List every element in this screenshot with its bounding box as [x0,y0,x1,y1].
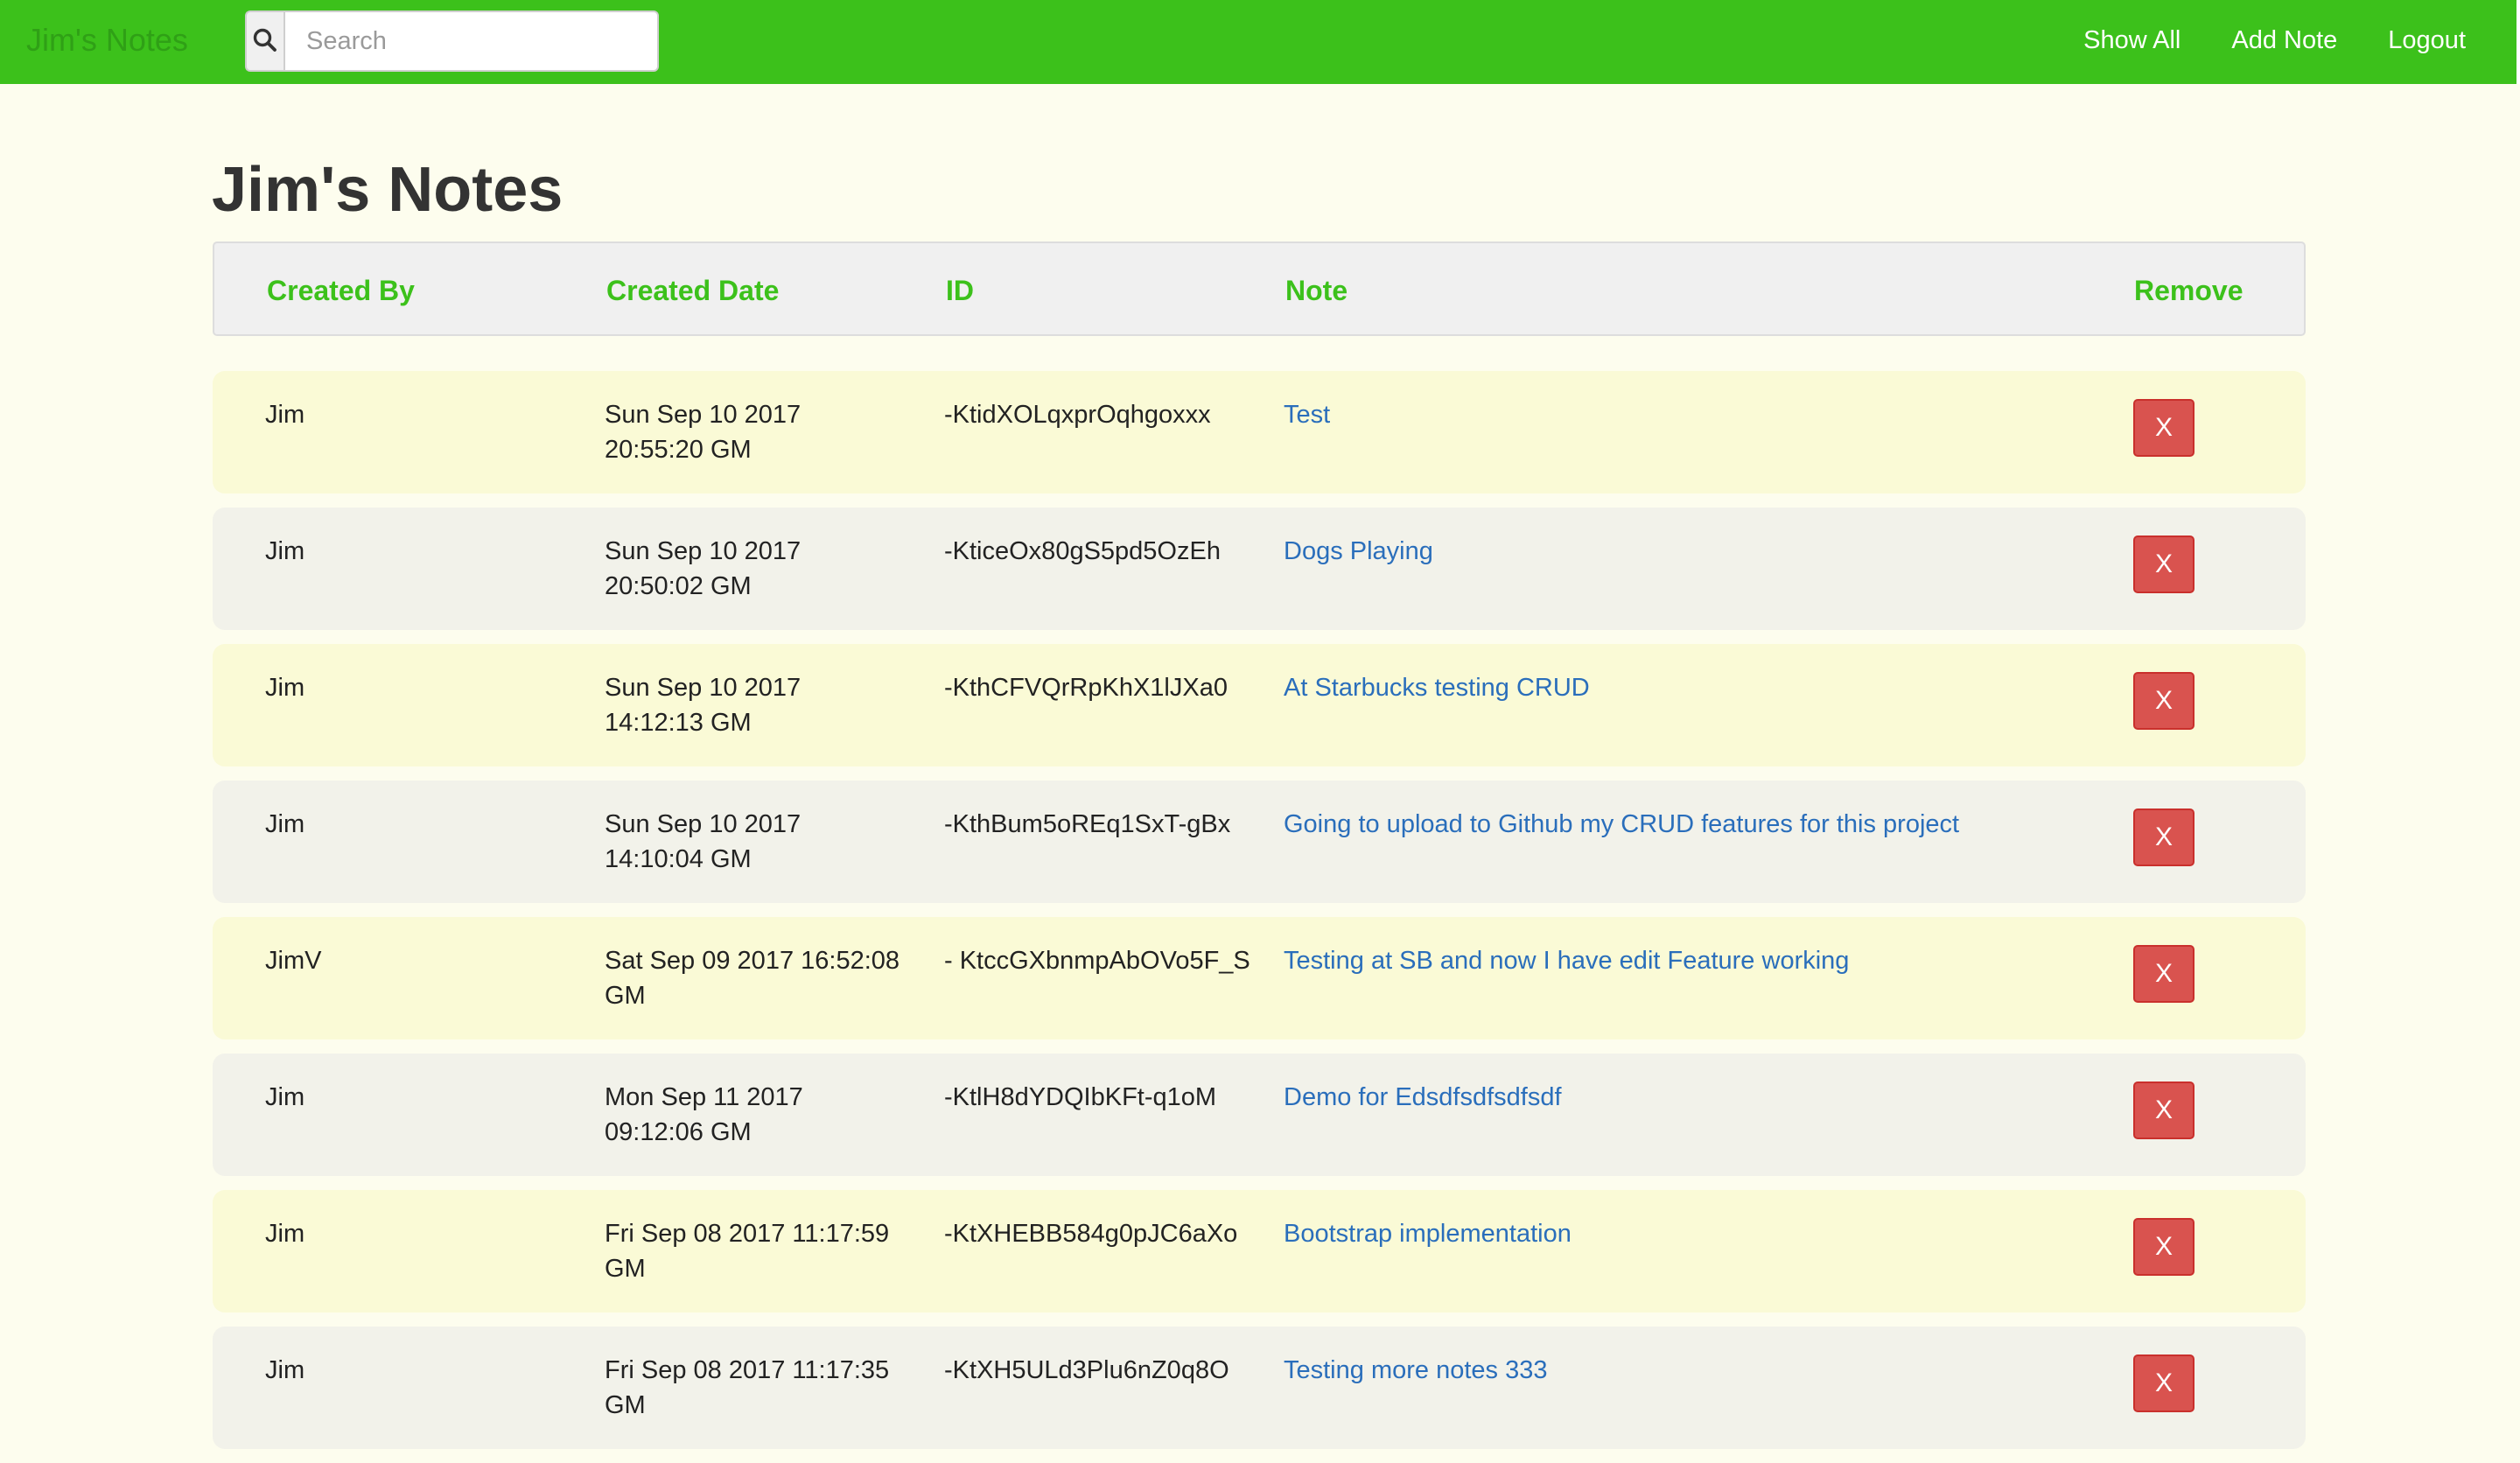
nav-logout-link[interactable]: Logout [2388,23,2466,58]
top-navbar: Jim's Notes Show All Add Note Logout [0,0,2520,84]
remove-button[interactable]: X [2133,808,2194,866]
table-row: Jim Sun Sep 10 2017 20:50:02 GM -KticeOx… [213,508,2306,630]
search-icon [252,27,278,56]
remove-button[interactable]: X [2133,945,2194,1003]
created-date-cell: Fri Sep 08 2017 11:17:59 GM [605,1220,890,1283]
search-input[interactable] [284,10,659,72]
column-header-note: Note [1285,275,1348,306]
id-cell: -KtXH5ULd3Plu6nZ0q8O [944,1356,1229,1384]
id-cell: -KticeOx80gS5pd5OzEh [944,537,1221,565]
table-row: Jim Fri Sep 08 2017 11:17:35 GM -KtXH5UL… [213,1326,2306,1449]
page-title: Jim's Notes [212,155,564,225]
remove-button[interactable]: X [2133,399,2194,457]
created-by-cell: Jim [265,674,305,702]
created-date-cell: Sun Sep 10 2017 14:12:13 GM [605,674,802,737]
brand-link[interactable]: Jim's Notes [26,19,188,61]
nav-show-all-link[interactable]: Show All [2083,23,2180,58]
remove-button[interactable]: X [2133,1082,2194,1139]
table-row: Jim Sun Sep 10 2017 20:55:20 GM -KtidXOL… [213,371,2306,494]
table-row: Jim Sun Sep 10 2017 14:12:13 GM -KthCFVQ… [213,644,2306,766]
created-by-cell: JimV [265,947,322,975]
created-by-cell: Jim [265,537,305,565]
created-by-cell: Jim [265,1220,305,1248]
remove-button[interactable]: X [2133,672,2194,730]
id-cell: -KthCFVQrRpKhX1lJXa0 [944,674,1228,702]
note-link[interactable]: Testing at SB and now I have edit Featur… [1284,943,2001,978]
created-date-cell: Sun Sep 10 2017 14:10:04 GM [605,810,802,873]
nav-links: Show All Add Note Logout [2083,0,2516,80]
note-link[interactable]: Bootstrap implementation [1284,1216,2001,1251]
created-by-cell: Jim [265,810,305,838]
id-cell: -KtidXOLqxprOqhgoxxx [944,401,1211,429]
created-date-cell: Sun Sep 10 2017 20:55:20 GM [605,401,802,464]
search-button[interactable] [245,10,284,72]
notes-list: Jim Sun Sep 10 2017 20:55:20 GM -KtidXOL… [213,371,2306,1463]
created-by-cell: Jim [265,1356,305,1384]
note-link[interactable]: Test [1284,397,2001,432]
note-link[interactable]: At Starbucks testing CRUD [1284,670,2001,705]
created-date-cell: Mon Sep 11 2017 09:12:06 GM [605,1083,803,1146]
column-header-created-by: Created By [267,275,415,306]
table-row: JimV Sat Sep 09 2017 16:52:08 GM - KtccG… [213,917,2306,1040]
note-link[interactable]: Going to upload to Github my CRUD featur… [1284,807,2001,842]
id-cell: -KthBum5oREq1SxT-gBx [944,810,1231,838]
id-cell: -KtlH8dYDQIbKFt-q1oM [944,1083,1217,1111]
note-link[interactable]: Testing more notes 333 [1284,1353,2001,1388]
table-header: Created By Created Date ID Note Remove [213,242,2306,336]
created-date-cell: Fri Sep 08 2017 11:17:35 GM [605,1356,890,1419]
created-by-cell: Jim [265,1083,305,1111]
id-cell: -KtXHEBB584g0pJC6aXo [944,1220,1238,1248]
remove-button[interactable]: X [2133,536,2194,593]
table-row: Jim Fri Sep 08 2017 11:17:59 GM -KtXHEBB… [213,1190,2306,1312]
table-row: Jim Sun Sep 10 2017 14:10:04 GM -KthBum5… [213,780,2306,903]
remove-button[interactable]: X [2133,1218,2194,1276]
column-header-id: ID [946,275,974,306]
column-header-created-date: Created Date [606,275,780,306]
remove-button[interactable]: X [2133,1354,2194,1412]
table-row: Jim Mon Sep 11 2017 09:12:06 GM -KtlH8dY… [213,1054,2306,1176]
created-date-cell: Sun Sep 10 2017 20:50:02 GM [605,537,802,600]
note-link[interactable]: Dogs Playing [1284,534,2001,569]
note-link[interactable]: Demo for Edsdfsdfsdfsdf [1284,1080,2001,1115]
column-header-remove: Remove [2134,275,2244,306]
nav-add-note-link[interactable]: Add Note [2231,23,2337,58]
created-by-cell: Jim [265,401,305,429]
search-group [245,10,659,72]
created-date-cell: Sat Sep 09 2017 16:52:08 GM [605,947,900,1010]
id-cell: - KtccGXbnmpAbOVo5F_S [944,947,1250,975]
